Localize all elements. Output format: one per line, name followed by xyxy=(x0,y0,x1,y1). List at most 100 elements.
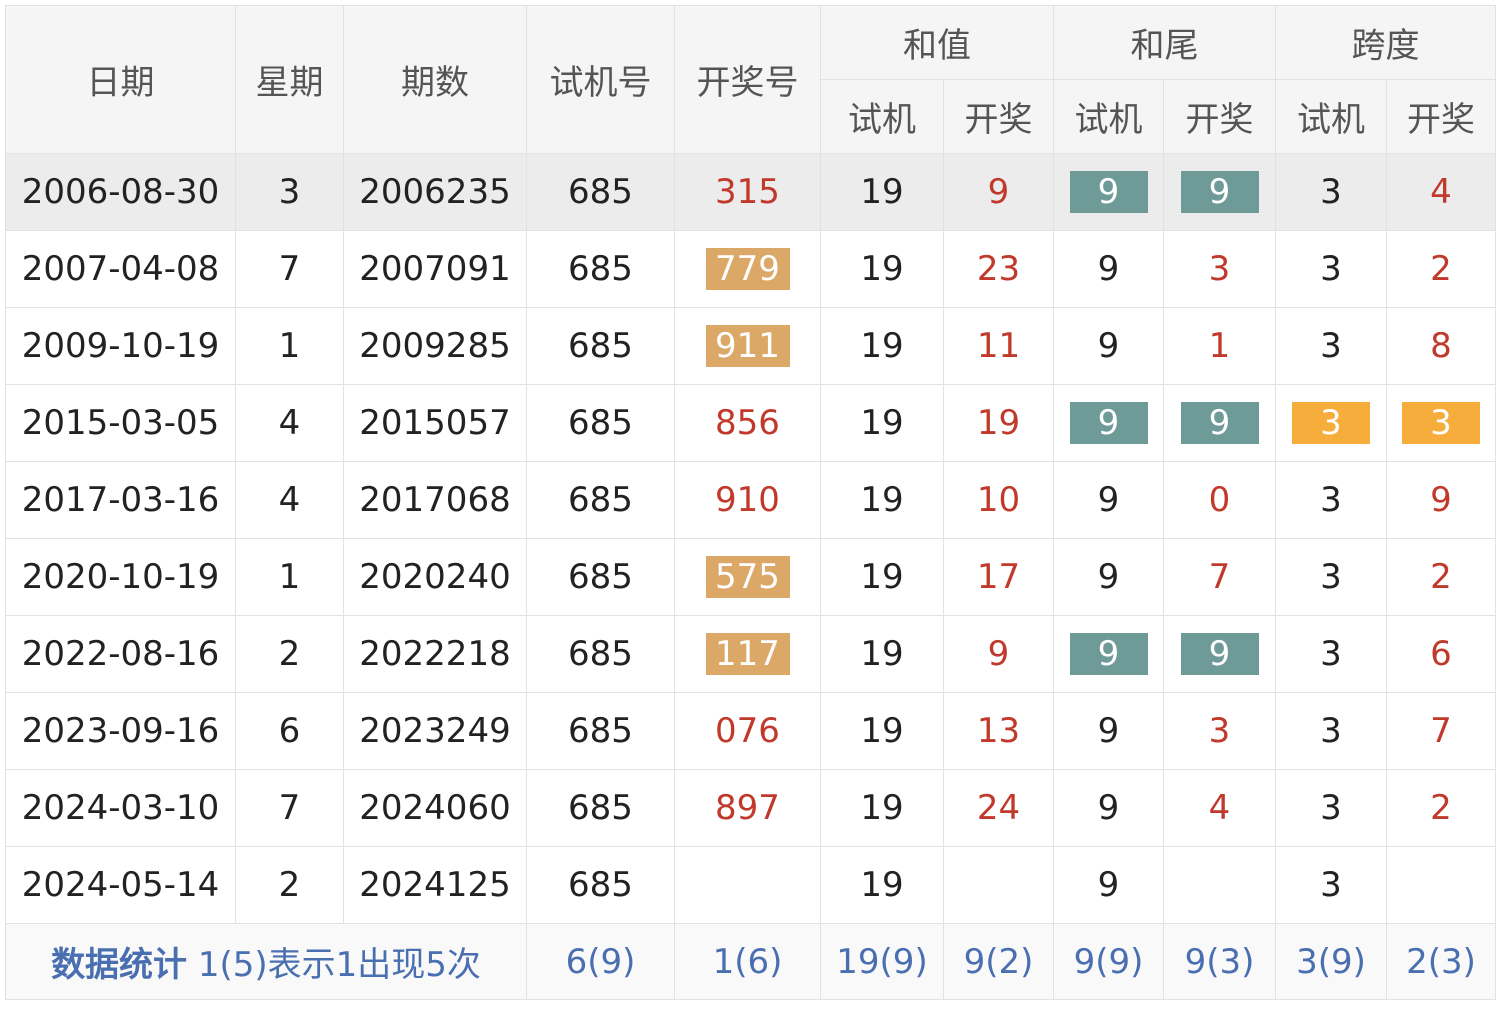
cell-span-draw: 2 xyxy=(1386,538,1496,616)
cell-tail-draw: 0 xyxy=(1163,461,1276,539)
cell-tail-draw: 3 xyxy=(1163,230,1276,308)
cell-weekday: 3 xyxy=(235,153,344,231)
table-row: 2017-03-16 4 2017068 685 910 19 10 9 0 3… xyxy=(5,461,1496,539)
cell-trial: 685 xyxy=(526,384,675,462)
cell-date: 2023-09-16 xyxy=(5,692,236,770)
cell-tail-trial: 9 xyxy=(1053,461,1164,539)
stats-span-draw: 2(3) xyxy=(1386,923,1496,1000)
cell-sum-draw: 11 xyxy=(943,307,1054,385)
cell-sum-trial: 19 xyxy=(820,538,944,616)
cell-span-draw: 9 xyxy=(1386,461,1496,539)
cell-span-trial: 3 xyxy=(1275,461,1387,539)
cell-span-trial: 3 xyxy=(1275,615,1387,693)
cell-date: 2015-03-05 xyxy=(5,384,236,462)
cell-weekday: 7 xyxy=(235,230,344,308)
cell-span-draw xyxy=(1386,846,1496,924)
cell-draw: 575 xyxy=(674,538,821,616)
cell-span-trial: 3 xyxy=(1275,846,1387,924)
cell-sum-draw: 23 xyxy=(943,230,1054,308)
stats-draw: 1(6) xyxy=(674,923,821,1000)
match-badge: 9 xyxy=(1180,402,1259,445)
cell-tail-trial: 9 xyxy=(1053,153,1164,231)
cell-draw xyxy=(674,846,821,924)
cell-sum-draw: 13 xyxy=(943,692,1054,770)
cell-tail-draw: 4 xyxy=(1163,769,1276,847)
cell-span-draw: 6 xyxy=(1386,615,1496,693)
cell-draw: 779 xyxy=(674,230,821,308)
stats-tail-trial: 9(9) xyxy=(1053,923,1164,1000)
stats-note: 1(5)表示1出现5次 xyxy=(197,945,481,985)
draw-highlight-badge: 117 xyxy=(705,633,790,676)
cell-span-trial: 3 xyxy=(1275,307,1387,385)
cell-date: 2020-10-19 xyxy=(5,538,236,616)
table-row: 2007-04-08 7 2007091 685 779 19 23 9 3 3… xyxy=(5,230,1496,308)
cell-sum-trial: 19 xyxy=(820,153,944,231)
subheader-tail-trial: 试机 xyxy=(1053,79,1164,154)
cell-date: 2024-05-14 xyxy=(5,846,236,924)
cell-sum-trial: 19 xyxy=(820,384,944,462)
table-row: 2009-10-19 1 2009285 685 911 19 11 9 1 3… xyxy=(5,307,1496,385)
cell-span-trial: 3 xyxy=(1275,692,1387,770)
table-row: 2020-10-19 1 2020240 685 575 19 17 9 7 3… xyxy=(5,538,1496,616)
match-badge: 9 xyxy=(1180,171,1259,214)
cell-tail-draw: 7 xyxy=(1163,538,1276,616)
cell-issue: 2024060 xyxy=(343,769,527,847)
cell-tail-draw: 1 xyxy=(1163,307,1276,385)
header-issue: 期数 xyxy=(343,5,527,154)
cell-issue: 2023249 xyxy=(343,692,527,770)
stats-row: 数据统计 1(5)表示1出现5次 6(9) 1(6) 19(9) 9(2) 9(… xyxy=(5,923,1496,1000)
cell-span-trial: 3 xyxy=(1275,769,1387,847)
stats-sum-draw: 9(2) xyxy=(943,923,1054,1000)
cell-draw: 910 xyxy=(674,461,821,539)
cell-issue: 2017068 xyxy=(343,461,527,539)
cell-date: 2024-03-10 xyxy=(5,769,236,847)
stats-sum-trial: 19(9) xyxy=(820,923,944,1000)
cell-issue: 2009285 xyxy=(343,307,527,385)
match-badge: 9 xyxy=(1180,633,1259,676)
table-row: 2006-08-30 3 2006235 685 315 19 9 9 9 3 … xyxy=(5,153,1496,231)
lottery-history-table: 日期 星期 期数 试机号 开奖号 和值 和尾 跨度 试机 开奖 试机 开奖 试机… xyxy=(5,5,1496,1000)
header-sum: 和值 xyxy=(820,5,1054,80)
subheader-sum-trial: 试机 xyxy=(820,79,944,154)
cell-trial: 685 xyxy=(526,307,675,385)
cell-draw: 117 xyxy=(674,615,821,693)
table-row: 2015-03-05 4 2015057 685 856 19 19 9 9 3… xyxy=(5,384,1496,462)
cell-date: 2007-04-08 xyxy=(5,230,236,308)
cell-weekday: 4 xyxy=(235,384,344,462)
match-badge: 9 xyxy=(1069,171,1148,214)
cell-sum-draw: 10 xyxy=(943,461,1054,539)
cell-date: 2006-08-30 xyxy=(5,153,236,231)
cell-tail-trial: 9 xyxy=(1053,384,1164,462)
subheader-span-draw: 开奖 xyxy=(1386,79,1496,154)
cell-sum-draw: 9 xyxy=(943,153,1054,231)
header-span: 跨度 xyxy=(1275,5,1496,80)
cell-sum-trial: 19 xyxy=(820,230,944,308)
table-row: 2023-09-16 6 2023249 685 076 19 13 9 3 3… xyxy=(5,692,1496,770)
cell-trial: 685 xyxy=(526,461,675,539)
cell-tail-draw: 9 xyxy=(1163,615,1276,693)
cell-tail-trial: 9 xyxy=(1053,692,1164,770)
subheader-span-trial: 试机 xyxy=(1275,79,1387,154)
cell-weekday: 1 xyxy=(235,307,344,385)
cell-span-draw: 8 xyxy=(1386,307,1496,385)
cell-sum-draw: 9 xyxy=(943,615,1054,693)
cell-span-draw: 4 xyxy=(1386,153,1496,231)
stats-span-trial: 3(9) xyxy=(1275,923,1387,1000)
cell-date: 2022-08-16 xyxy=(5,615,236,693)
cell-tail-draw: 9 xyxy=(1163,384,1276,462)
cell-issue: 2020240 xyxy=(343,538,527,616)
cell-issue: 2007091 xyxy=(343,230,527,308)
match-badge: 9 xyxy=(1069,633,1148,676)
stats-label: 数据统计 xyxy=(51,945,188,985)
cell-tail-draw: 3 xyxy=(1163,692,1276,770)
span-match-badge: 3 xyxy=(1292,402,1370,445)
cell-draw: 076 xyxy=(674,692,821,770)
cell-tail-trial: 9 xyxy=(1053,538,1164,616)
header-date: 日期 xyxy=(5,5,236,154)
cell-trial: 685 xyxy=(526,769,675,847)
cell-weekday: 7 xyxy=(235,769,344,847)
cell-span-trial: 3 xyxy=(1275,230,1387,308)
stats-label-cell: 数据统计 1(5)表示1出现5次 xyxy=(5,923,527,1000)
cell-weekday: 1 xyxy=(235,538,344,616)
cell-issue: 2006235 xyxy=(343,153,527,231)
